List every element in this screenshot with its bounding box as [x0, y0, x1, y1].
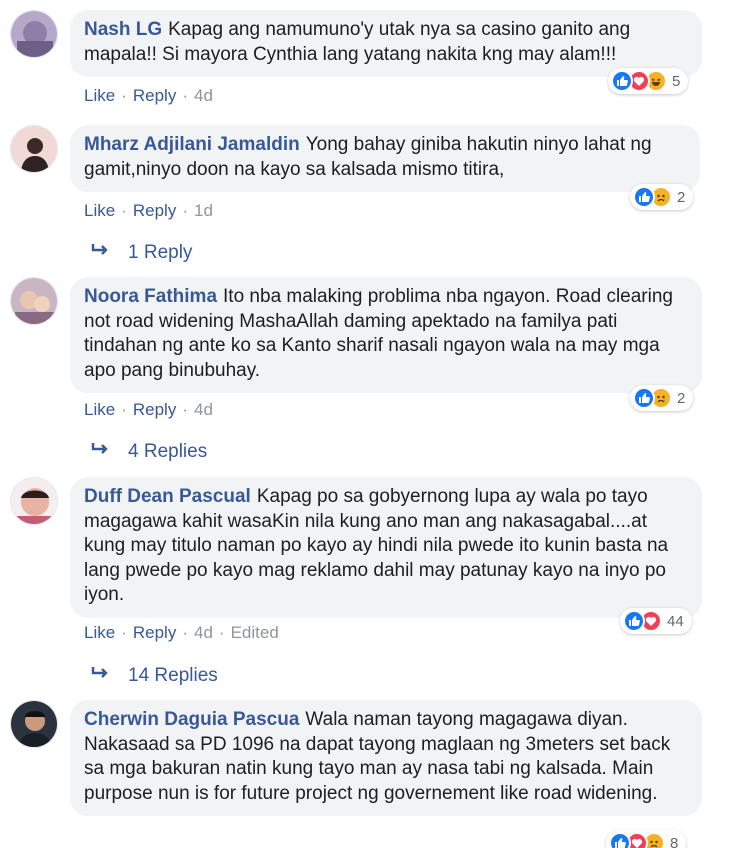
reaction-count: 8: [670, 834, 679, 848]
comment-timestamp[interactable]: 4d: [194, 623, 213, 643]
replies-count-label: 14 Replies: [128, 665, 218, 686]
reaction-summary[interactable]: 2: [630, 385, 694, 411]
comment-bubble: Cherwin Daguia Pascua Wala naman tayong m…: [70, 700, 702, 816]
reaction-count: 5: [672, 72, 681, 90]
separator-dot: ·: [121, 400, 127, 419]
comment-author[interactable]: Mharz Adjilani Jamaldin: [84, 134, 300, 155]
comment-actions: Like · Reply · 4d: [84, 86, 213, 106]
replies-count-label: 4 Replies: [128, 441, 208, 462]
reaction-summary[interactable]: 8: [606, 830, 687, 848]
comment-bubble: Mharz Adjilani Jamaldin Yong bahay giniba…: [70, 125, 700, 192]
replies-count-label: 1 Reply: [128, 242, 193, 263]
like-link[interactable]: Like: [84, 86, 115, 106]
comment-actions: Like · Reply · 1d: [84, 201, 213, 221]
separator-dot: ·: [121, 201, 127, 220]
reply-link[interactable]: Reply: [133, 400, 176, 420]
reply-link[interactable]: Reply: [133, 623, 176, 643]
comment-author[interactable]: Duff Dean Pascual: [84, 486, 251, 507]
like-link[interactable]: Like: [84, 201, 115, 221]
reply-arrow-icon: [90, 242, 110, 264]
comment-bubble: Noora Fathima Ito nba malaking problima n…: [70, 277, 702, 393]
avatar[interactable]: [10, 700, 58, 748]
separator-dot: ·: [182, 86, 188, 105]
reply-link[interactable]: Reply: [133, 86, 176, 106]
comment-timestamp[interactable]: 4d: [194, 400, 213, 420]
like-link[interactable]: Like: [84, 623, 115, 643]
reaction-count: 2: [677, 188, 686, 206]
reaction-summary[interactable]: 2: [630, 184, 694, 210]
separator-dot: ·: [182, 201, 188, 220]
comment-text: Kapag ang namumuno'y utak nya sa casino …: [84, 19, 631, 65]
view-replies-link[interactable]: 4 Replies: [90, 441, 207, 463]
avatar[interactable]: [10, 277, 58, 325]
view-replies-link[interactable]: 1 Reply: [90, 242, 192, 264]
comment-bubble: Nash LG Kapag ang namumuno'y utak nya sa …: [70, 10, 702, 77]
comment-timestamp[interactable]: 1d: [194, 201, 213, 221]
like-link[interactable]: Like: [84, 400, 115, 420]
comment-actions: Like · Reply · 4d · Edited: [84, 623, 279, 643]
reaction-count: 2: [677, 389, 686, 407]
separator-dot: ·: [121, 86, 127, 105]
reaction-count: 44: [667, 612, 684, 630]
separator-dot: ·: [182, 623, 188, 642]
separator-dot: ·: [121, 623, 127, 642]
comment-author[interactable]: Cherwin Daguia Pascua: [84, 709, 299, 730]
separator-dot: ·: [182, 400, 188, 419]
reaction-summary[interactable]: 5: [608, 68, 689, 94]
view-replies-link[interactable]: 14 Replies: [90, 665, 218, 687]
like-reaction-icon: [633, 186, 655, 208]
like-reaction-icon: [609, 832, 631, 848]
reaction-summary[interactable]: 44: [620, 608, 692, 634]
comment-author[interactable]: Nash LG: [84, 19, 162, 40]
avatar[interactable]: [10, 10, 58, 58]
like-reaction-icon: [611, 70, 633, 92]
reply-link[interactable]: Reply: [133, 201, 176, 221]
reply-arrow-icon: [90, 441, 110, 463]
comment-author[interactable]: Noora Fathima: [84, 286, 217, 307]
edited-label[interactable]: Edited: [231, 623, 279, 643]
comment-bubble: Duff Dean Pascual Kapag po sa gobyernong …: [70, 477, 702, 618]
reply-arrow-icon: [90, 665, 110, 687]
like-reaction-icon: [633, 387, 655, 409]
like-reaction-icon: [623, 610, 645, 632]
separator-dot: ·: [218, 623, 225, 642]
avatar[interactable]: [10, 477, 58, 525]
avatar[interactable]: [10, 125, 58, 173]
comment-actions: Like · Reply · 4d: [84, 400, 213, 420]
comment-timestamp[interactable]: 4d: [194, 86, 213, 106]
